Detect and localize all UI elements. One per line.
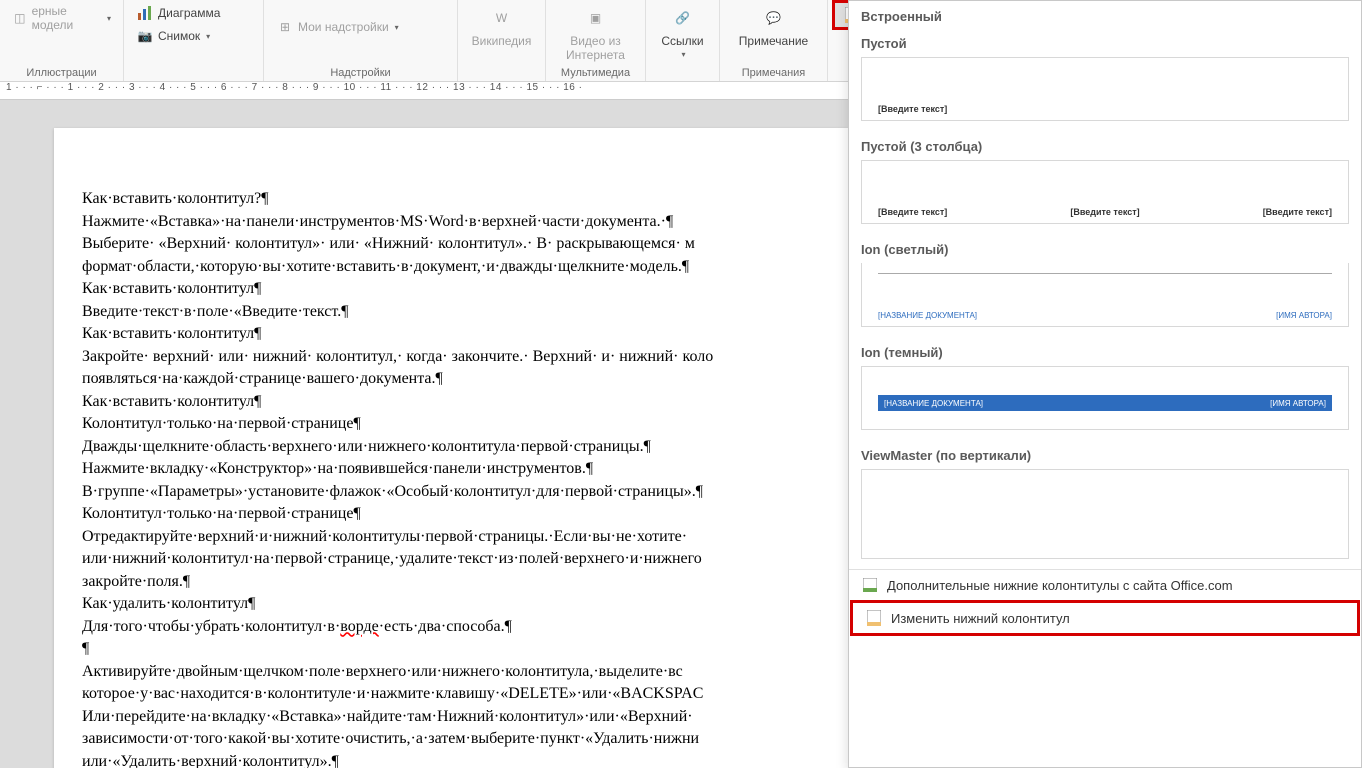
camera-icon: 📷 (136, 27, 154, 45)
template-list: Пустой [Введите текст] Пустой (3 столбца… (849, 28, 1361, 569)
online-video-button[interactable]: ▣ Видео из Интернета (554, 2, 637, 64)
edit-footer-icon (865, 609, 883, 627)
wikipedia-button[interactable]: W Википедия (466, 2, 537, 50)
document-line[interactable]: Нажмите·«Вставка»·на·панели·инструментов… (82, 211, 848, 234)
edit-footer-item[interactable]: Изменить нижний колонтитул (850, 600, 1360, 636)
document-line[interactable]: зависимости·от·того·какой·вы·хотите·очис… (82, 728, 848, 751)
chart-icon (136, 4, 154, 22)
group-label: Надстройки (264, 65, 457, 81)
ribbon-group-media: ▣ Видео из Интернета Мультимедиа (546, 0, 646, 81)
chart-button[interactable]: Диаграмма (132, 2, 255, 24)
document-line[interactable]: формат·области,·которую·вы·хотите·встави… (82, 256, 848, 279)
3d-models-button[interactable]: ◫ ерные модели▾ (8, 2, 115, 34)
template-name: Пустой (3 столбца) (849, 131, 1361, 160)
document-line[interactable]: ¶ (82, 638, 848, 661)
template-preview-ion-dark[interactable]: [НАЗВАНИЕ ДОКУМЕНТА] [ИМЯ АВТОРА] (861, 366, 1349, 430)
ribbon-group-illustrations: ◫ ерные модели▾ Иллюстрации (0, 0, 124, 81)
document-line[interactable]: Закройте· верхний· или· нижний· колонтит… (82, 346, 848, 369)
document-line[interactable]: Как·вставить·колонтитул?¶ (82, 188, 848, 211)
document-line[interactable]: Введите·текст·в·поле·«Введите·текст.¶ (82, 301, 848, 324)
cube-icon: ◫ (12, 9, 28, 27)
links-button[interactable]: 🔗 Ссылки▾ (654, 2, 711, 61)
ribbon-group-addins: ⊞ Мои надстройки▾ Надстройки (264, 0, 458, 81)
document-line[interactable]: Отредактируйте·верхний·и·нижний·колонтит… (82, 526, 848, 549)
document-line[interactable]: Для·того·чтобы·убрать·колонтитул·в·ворде… (82, 616, 848, 639)
comment-icon: 💬 (760, 4, 788, 32)
document-line[interactable]: Как·вставить·колонтитул¶ (82, 278, 848, 301)
footer-dropdown-panel: Встроенный Пустой [Введите текст] Пустой… (848, 0, 1362, 768)
document-line[interactable]: Колонтитул·только·на·первой·странице¶ (82, 503, 848, 526)
ribbon-group-illustrations2: Диаграмма 📷 Снимок▾ (124, 0, 264, 81)
wiki-icon: W (488, 4, 516, 32)
video-icon: ▣ (582, 4, 610, 32)
document-line[interactable]: Как·вставить·колонтитул¶ (82, 323, 848, 346)
template-name: ViewMaster (по вертикали) (849, 440, 1361, 469)
group-label: Мультимедиа (546, 65, 645, 81)
document-line[interactable]: закройте·поля.¶ (82, 571, 848, 594)
document-line[interactable]: или·нижний·колонтитул·на·первой·странице… (82, 548, 848, 571)
ribbon-group-links: 🔗 Ссылки▾ (646, 0, 720, 81)
document-line[interactable]: или·«Удалить·верхний·колонтитул».¶ (82, 751, 848, 768)
document-line[interactable]: Выберите· «Верхний· колонтитул»· или· «Н… (82, 233, 848, 256)
template-preview-ion-light[interactable]: [НАЗВАНИЕ ДОКУМЕНТА] [ИМЯ АВТОРА] (861, 263, 1349, 327)
document-line[interactable]: Как·удалить·колонтитул¶ (82, 593, 848, 616)
group-label: Иллюстрации (0, 65, 123, 81)
template-name: Пустой (849, 28, 1361, 57)
template-preview-empty[interactable]: [Введите текст] (861, 57, 1349, 121)
document-line[interactable]: Колонтитул·только·на·первой·странице¶ (82, 413, 848, 436)
store-icon: ⊞ (276, 18, 294, 36)
template-name: Ion (светлый) (849, 234, 1361, 263)
document-line[interactable]: Дважды·щелкните·область·верхнего·или·ниж… (82, 436, 848, 459)
office-icon (861, 576, 879, 594)
comment-button[interactable]: 💬 Примечание (728, 2, 819, 50)
document-line[interactable]: которое·у·вас·находится·в·колонтитуле·и·… (82, 683, 848, 706)
my-addins-button[interactable]: ⊞ Мои надстройки▾ (272, 16, 449, 38)
document-line[interactable]: Нажмите·вкладку·«Конструктор»·на·появивш… (82, 458, 848, 481)
document-line[interactable]: Или·перейдите·на·вкладку·«Вставка»·найди… (82, 706, 848, 729)
group-label: Примечания (720, 65, 827, 81)
ribbon-group-wiki: W Википедия (458, 0, 546, 81)
snapshot-button[interactable]: 📷 Снимок▾ (132, 25, 255, 47)
builtin-section-label: Встроенный (849, 1, 1361, 28)
more-from-office-item[interactable]: Дополнительные нижние колонтитулы с сайт… (849, 570, 1361, 600)
link-icon: 🔗 (669, 4, 697, 32)
template-preview-3col[interactable]: [Введите текст] [Введите текст] [Введите… (861, 160, 1349, 224)
template-name: Ion (темный) (849, 337, 1361, 366)
dropdown-footer: Дополнительные нижние колонтитулы с сайт… (849, 569, 1361, 636)
ribbon-group-comments: 💬 Примечание Примечания (720, 0, 828, 81)
document-line[interactable]: появляться·на·каждой·странице·вашего·док… (82, 368, 848, 391)
document-line[interactable]: Как·вставить·колонтитул¶ (82, 391, 848, 414)
template-preview-viewmaster[interactable] (861, 469, 1349, 559)
page[interactable]: Как·вставить·колонтитул?¶Нажмите·«Вставк… (54, 128, 848, 768)
document-line[interactable]: Активируйте·двойным·щелчком·поле·верхнег… (82, 661, 848, 684)
document-line[interactable]: В·группе·«Параметры»·установите·флажок·«… (82, 481, 848, 504)
